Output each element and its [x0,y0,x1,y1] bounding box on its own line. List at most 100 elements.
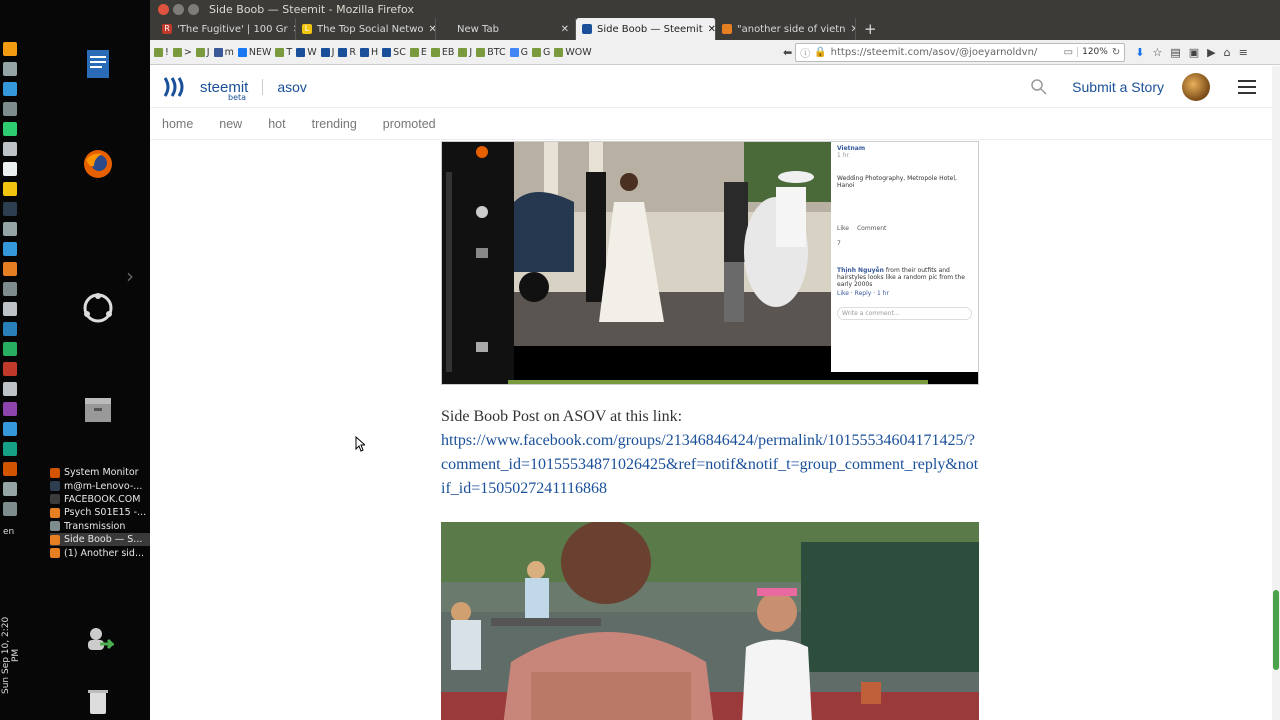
reader-view-icon[interactable]: ▭ [1064,47,1073,58]
document-icon[interactable] [82,48,114,80]
category-tag[interactable]: asov [277,79,307,95]
dock-app-icon[interactable] [3,322,17,336]
dock-app-icon[interactable] [3,422,17,436]
maximize-window-button[interactable] [188,3,199,15]
dock-app-icon[interactable] [3,202,17,216]
nav-trending[interactable]: trending [312,117,357,131]
library-icon[interactable]: ▤ [1170,46,1180,59]
dock-app-icon[interactable] [3,382,17,396]
bookmark-star-icon[interactable]: ☆ [1152,46,1162,59]
bookmark-item[interactable]: T [275,47,292,58]
dock-app-icon[interactable] [3,502,17,516]
taskbar-item[interactable]: System Monitor [50,466,150,479]
bookmark-item[interactable]: SC [382,47,406,58]
tab-2[interactable]: New Tab ✕ [436,18,576,40]
bookmark-item[interactable]: BTC [476,47,506,58]
dock-app-icon[interactable] [3,242,17,256]
new-tab-button[interactable]: + [856,18,885,40]
bookmark-item[interactable]: H [360,47,378,58]
bookmark-item[interactable]: J [195,47,210,58]
dock-app-icon[interactable] [3,402,17,416]
home-icon[interactable]: ⌂ [1224,46,1231,59]
nav-home[interactable]: home [162,117,193,131]
tab-1[interactable]: L The Top Social Netwo ✕ [296,18,436,40]
youtube-icon[interactable]: ▶ [1207,46,1215,59]
dock-app-icon[interactable] [3,62,17,76]
nav-promoted[interactable]: promoted [383,117,436,131]
dock-app-icon[interactable] [3,222,17,236]
menu-icon[interactable] [1238,79,1256,94]
bookmark-item[interactable]: > [172,47,192,58]
brand[interactable]: steemit beta [200,77,248,102]
lock-icon[interactable]: 🔒 [814,47,826,58]
avatar[interactable] [1182,72,1210,101]
bookmark-item[interactable]: G [531,47,550,58]
file-cabinet-icon[interactable] [82,394,114,426]
dock-app-icon[interactable] [3,142,17,156]
tab-3[interactable]: Side Boob — Steemit ✕ [576,18,716,40]
launcher-expand-icon[interactable]: › [126,264,134,288]
bookmark-item[interactable]: NEW [237,47,271,58]
hamburger-menu-icon[interactable]: ≡ [1239,46,1248,59]
bookmark-item[interactable]: J [320,47,334,58]
dock-app-icon[interactable] [3,342,17,356]
bookmark-item[interactable]: E [409,47,427,58]
dock-app-icon[interactable] [3,482,17,496]
bookmark-item[interactable]: m [213,47,234,58]
dock-app-icon[interactable] [3,182,17,196]
bookmark-item[interactable]: J [458,47,472,58]
submit-story-link[interactable]: Submit a Story [1072,79,1164,95]
dock-app-icon[interactable] [3,162,17,176]
url-bar[interactable]: ⓘ 🔒 https://steemit.com/asov/@joeyarnold… [795,42,1126,62]
tab-close-icon[interactable]: ✕ [708,24,715,35]
taskbar-item[interactable]: Side Boob — S... [50,532,150,547]
url-text[interactable]: https://steemit.com/asov/@joeyarnoldvn/ [831,47,1060,58]
facebook-permalink[interactable]: https://www.facebook.com/groups/21346846… [441,432,978,497]
bookmark-item[interactable]: G [509,47,528,58]
bookmark-item[interactable]: EB [430,47,454,58]
user-share-icon[interactable] [82,624,114,656]
nav-new[interactable]: new [219,117,242,131]
clock[interactable]: Sun Sep 10, 2:20 PM [1,610,21,700]
info-icon[interactable]: ⓘ [800,45,810,60]
back-arrow-icon[interactable]: ⬅ [780,46,795,59]
dock-app-icon[interactable] [3,122,17,136]
keyboard-language[interactable]: en [3,527,14,537]
page-scrollbar[interactable] [1272,66,1280,720]
reload-icon[interactable]: ↻ [1112,47,1120,58]
search-icon[interactable] [1030,78,1048,96]
tab-close-icon[interactable]: ✕ [561,24,569,35]
steemit-logo-icon[interactable] [162,74,188,100]
zoom-level[interactable]: 120% [1077,47,1108,57]
lock-extension-icon[interactable]: ▣ [1189,46,1199,59]
minimize-window-button[interactable] [173,3,184,15]
bookmark-item[interactable]: WOW [554,47,592,58]
taskbar-item[interactable]: (1) Another sid... [50,546,150,559]
trash-icon[interactable] [82,686,114,718]
download-icon[interactable]: ⬇ [1135,46,1144,59]
dock-app-icon[interactable] [3,282,17,296]
dock-app-icon[interactable] [3,262,17,276]
bookmark-item[interactable]: ! [154,47,169,58]
scroll-thumb[interactable] [1273,590,1279,670]
close-window-button[interactable] [158,3,169,15]
tab-4[interactable]: "another side of vietn✕ [716,18,856,40]
ubuntu-logo-icon[interactable] [82,292,114,324]
taskbar-item[interactable]: FACEBOOK.COM [50,493,150,506]
firefox-icon[interactable] [82,148,114,180]
dock-app-icon[interactable] [3,462,17,476]
dock-app-icon[interactable] [3,42,17,56]
bookmark-item[interactable]: W [296,47,317,58]
nav-hot[interactable]: hot [268,117,285,131]
dock-app-icon[interactable] [3,82,17,96]
dock-app-icon[interactable] [3,362,17,376]
dock-app-icon[interactable] [3,442,17,456]
dock-app-icon[interactable] [3,302,17,316]
taskbar-item[interactable]: Transmission [50,520,150,533]
bookmark-item[interactable]: R [338,47,356,58]
tab-close-icon[interactable]: ✕ [429,24,435,35]
tab-0[interactable]: R'The Fugitive' | 100 Gr✕ [156,18,296,40]
taskbar-item[interactable]: m@m-Lenovo-... [50,479,150,492]
dock-app-icon[interactable] [3,102,17,116]
taskbar-item[interactable]: Psych S01E15 -... [50,506,150,519]
